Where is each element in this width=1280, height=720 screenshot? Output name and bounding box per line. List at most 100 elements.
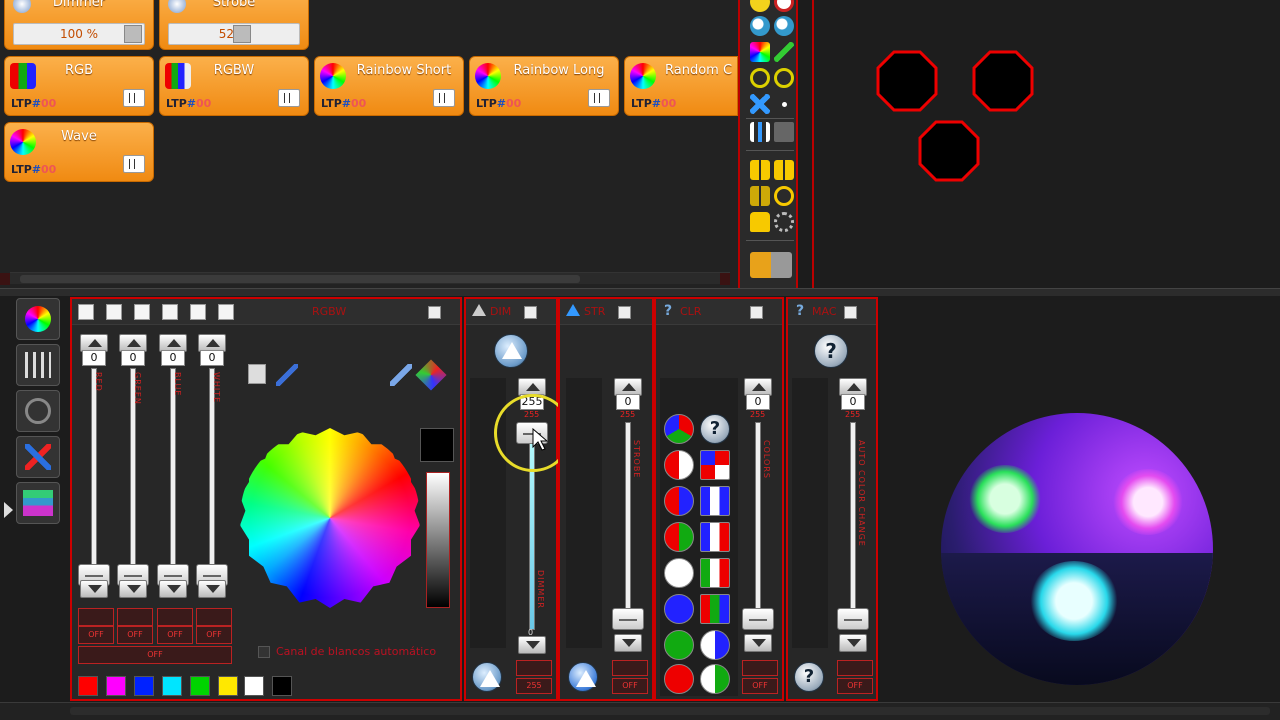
dimmer-knob[interactable] [124,25,142,43]
color-swatch-cyan[interactable] [162,676,182,696]
panel-checkbox[interactable] [750,306,763,319]
macro-fixture-button[interactable]: ? [814,334,848,368]
scene-button-rainbow-long[interactable]: Rainbow Long LTP#00 [469,56,619,116]
channel-flash-button[interactable] [157,608,193,626]
color-swatch-magenta[interactable] [106,676,126,696]
macro-white-button[interactable] [664,558,694,588]
fader-down-button[interactable] [198,580,226,598]
grid-icon[interactable] [750,160,770,180]
dimmer-flash-button[interactable] [516,660,552,676]
panel-checkbox[interactable] [524,306,537,319]
macro-random-button[interactable]: ? [700,414,730,444]
strobe-track[interactable]: 52 % [168,23,300,45]
fixture-octagon[interactable] [918,120,980,182]
color-palette-icon[interactable] [750,42,770,62]
fader-down-button[interactable] [614,634,642,652]
grid-move-icon[interactable] [750,186,770,206]
lock-icon[interactable] [750,212,770,232]
fixture-icon[interactable] [750,252,792,278]
scene-toggle[interactable] [433,89,455,107]
color-wheel[interactable] [240,428,420,608]
grid-alt-icon[interactable] [774,160,794,180]
color-swatch-white[interactable] [244,676,264,696]
fader-down-button[interactable] [839,634,867,652]
scene-toggle[interactable] [588,89,610,107]
dimmer-scene-slider[interactable]: Dimmer 100 % [4,0,154,50]
stop-icon[interactable] [774,0,794,12]
nav-dimmer-curves[interactable] [16,390,60,432]
fixture-octagon[interactable] [972,50,1034,112]
strobe-knob[interactable] [233,25,251,43]
macro-rgb-bars-button[interactable] [700,594,730,624]
nav-effects[interactable] [16,436,60,478]
channel-off-button[interactable]: OFF [117,626,153,644]
color-swatch-blue[interactable] [134,676,154,696]
panel-checkbox[interactable] [844,306,857,319]
nav-faders[interactable] [16,344,60,386]
scene-button-rgb[interactable]: RGB LTP#00 [4,56,154,116]
scene-button-rgbw[interactable]: RGBW LTP#00 [159,56,309,116]
fader-value[interactable]: 0 [746,394,770,410]
macro-select-button[interactable]: ? [794,662,824,692]
fader-value[interactable]: 0 [121,350,145,366]
macro-red-button[interactable] [664,664,694,694]
fader-value[interactable]: 0 [161,350,185,366]
scrollbar-thumb[interactable] [20,275,580,283]
channel-off-button[interactable]: OFF [157,626,193,644]
macro-rgb-button[interactable] [664,414,694,444]
fader-rail[interactable] [625,422,631,618]
preset-slot[interactable] [134,304,150,320]
macro-red-green-button[interactable] [664,522,694,552]
color-off-button[interactable]: OFF [742,678,778,694]
eyedropper-icon[interactable] [390,364,412,386]
macro-blue-white-bars-button[interactable] [700,486,730,516]
fader-rail[interactable] [755,422,761,618]
brightness-slider[interactable] [426,472,450,608]
dimmer-fixture-button[interactable] [494,334,528,368]
fader-down-button[interactable] [119,580,147,598]
macro-flash-button[interactable] [837,660,873,676]
color-swatch-yellow[interactable] [218,676,238,696]
bottom-scrollbar[interactable] [70,707,1270,715]
magic-wand-icon[interactable] [774,42,794,62]
dimmer-select-button[interactable] [472,662,502,692]
nav-scenes[interactable] [16,482,60,524]
fader-value[interactable]: 0 [841,394,865,410]
tools-icon[interactable] [750,94,770,114]
channel-flash-button[interactable] [196,608,232,626]
strobe-flash-button[interactable] [612,660,648,676]
macro-red-blue-button[interactable] [664,486,694,516]
dimmer-bottom-button[interactable]: 255 [516,678,552,694]
fader-down-button[interactable] [159,580,187,598]
zoom-out-icon[interactable] [774,16,794,36]
scene-button-rainbow-short[interactable]: Rainbow Short LTP#00 [314,56,464,116]
macro-green-button[interactable] [664,630,694,660]
macro-tricolor-button[interactable] [700,522,730,552]
scene-toggle[interactable] [278,89,300,107]
fader-down-button[interactable] [518,636,546,654]
macro-white-blue-button[interactable] [700,630,730,660]
color-swatch-green[interactable] [190,676,210,696]
panel-divider[interactable] [0,288,1280,296]
nav-color-wheel[interactable] [16,298,60,340]
auto-white-checkbox[interactable] [258,646,270,658]
strobe-select-button[interactable] [568,662,598,692]
macro-checker-button[interactable] [700,450,730,480]
fader-strobe[interactable]: 0 255 [612,378,644,654]
scene-horizontal-scrollbar[interactable] [0,272,730,285]
preset-slot[interactable] [190,304,206,320]
preset-slot[interactable] [218,304,234,320]
fader-value[interactable]: 0 [82,350,106,366]
brush-icon[interactable] [276,364,298,386]
fader-color[interactable]: 0 255 [742,378,774,654]
channel-off-button[interactable]: OFF [196,626,232,644]
faders-icon[interactable] [750,122,770,142]
macro-off-button[interactable]: OFF [837,678,873,694]
bulb-icon[interactable] [750,0,770,12]
channel-flash-button[interactable] [78,608,114,626]
color-swatch-black[interactable] [272,676,292,696]
fader-knob[interactable] [612,608,644,630]
panel-checkbox[interactable] [428,306,441,319]
all-off-button[interactable]: OFF [78,646,232,664]
channel-flash-button[interactable] [117,608,153,626]
